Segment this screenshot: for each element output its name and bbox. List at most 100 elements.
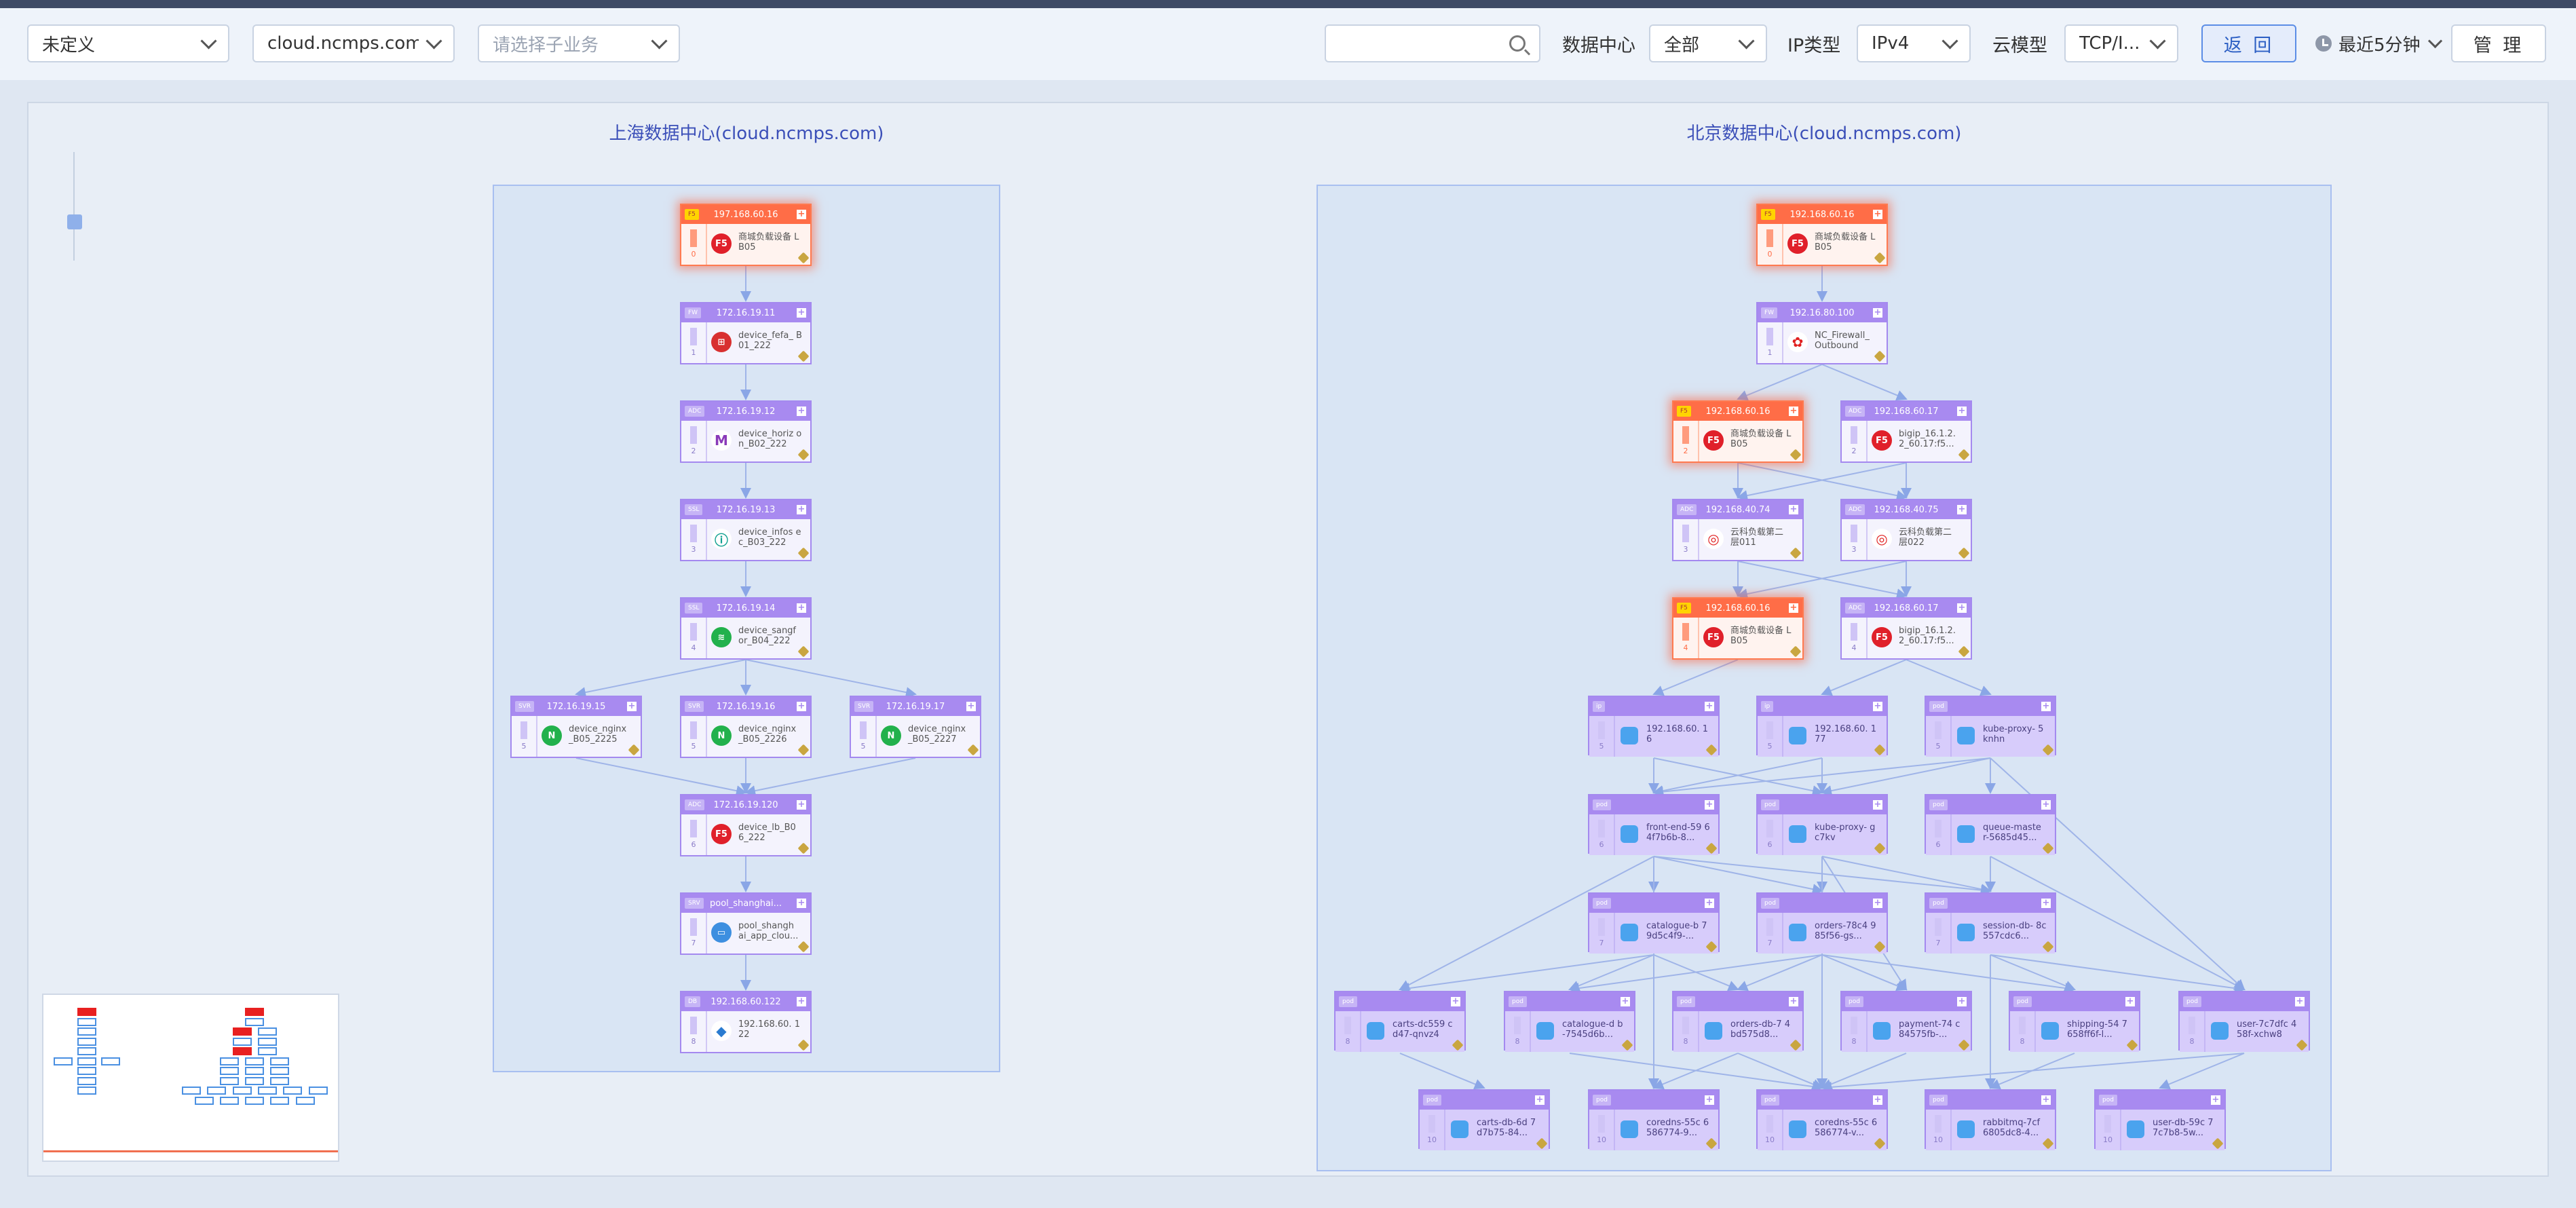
topology-node[interactable]: pod +7 session-db- 8c557cdc6...	[1925, 892, 2056, 954]
edit-icon[interactable]	[1452, 1039, 1464, 1051]
topology-node[interactable]: pod +6 kube-proxy- gc7kv	[1756, 794, 1888, 855]
edit-icon[interactable]	[628, 744, 640, 756]
edit-icon[interactable]	[1874, 1137, 1886, 1150]
expand-icon[interactable]: +	[797, 997, 806, 1006]
expand-icon[interactable]: +	[1705, 800, 1714, 810]
node-header[interactable]: pod +	[1589, 1091, 1718, 1110]
topology-node[interactable]: ADC 172.16.19.120 +6 F5 device_lb_B0 6_222	[680, 794, 812, 856]
edit-icon[interactable]	[1789, 645, 1802, 658]
expand-icon[interactable]: +	[1873, 210, 1882, 219]
topology-node[interactable]: ip +5 192.168.60. 177	[1756, 696, 1888, 757]
expand-icon[interactable]: +	[2041, 1095, 2051, 1105]
node-header[interactable]: pod +	[1926, 1091, 2055, 1110]
edit-icon[interactable]	[2042, 1137, 2054, 1150]
topology-node[interactable]: pod +10 user-db-59c 77c7b8-5w...	[2094, 1089, 2226, 1150]
topology-node[interactable]: ip +5 192.168.60. 16	[1588, 696, 1720, 757]
node-header[interactable]: pod +	[2180, 992, 2309, 1011]
expand-icon[interactable]: +	[1705, 899, 1714, 908]
node-header[interactable]: DB 192.168.60.122 +	[681, 992, 810, 1011]
topology-node[interactable]: ADC 192.168.40.74 +3 ◎ 云科负载第二 层011	[1672, 499, 1804, 561]
expand-icon[interactable]: +	[797, 800, 806, 810]
node-header[interactable]: pod +	[1926, 894, 2055, 913]
expand-icon[interactable]: +	[2295, 997, 2305, 1006]
edit-icon[interactable]	[1958, 449, 1970, 461]
expand-icon[interactable]: +	[797, 603, 806, 613]
topology-node[interactable]: F5 192.168.60.16 +2 F5 商城负载设备 LB05	[1672, 400, 1804, 463]
edit-icon[interactable]	[1958, 645, 1970, 658]
expand-icon[interactable]: +	[797, 505, 806, 514]
expand-icon[interactable]: +	[1705, 1095, 1714, 1105]
topology-node[interactable]: pod +8 carts-dc559 cd47-qnvz4	[1334, 991, 1466, 1052]
node-header[interactable]: ADC 192.168.60.17 +	[1842, 599, 1971, 618]
topology-node[interactable]: pod +8 shipping-54 7658ff6f-l...	[2009, 991, 2140, 1052]
topology-node[interactable]: FW 192.16.80.100 +1 ✿ NC_Firewall_ Outbound	[1756, 302, 1888, 364]
topology-node[interactable]: pod +5 kube-proxy- 5knhn	[1925, 696, 2056, 757]
edit-icon[interactable]	[1789, 449, 1802, 461]
node-header[interactable]: SVR 172.16.19.16 +	[681, 697, 810, 716]
node-header[interactable]: pod +	[1842, 992, 1971, 1011]
expand-icon[interactable]: +	[797, 210, 806, 219]
expand-icon[interactable]: +	[797, 308, 806, 318]
node-header[interactable]: ADC 172.16.19.12 +	[681, 402, 810, 421]
expand-icon[interactable]: +	[1789, 407, 1798, 416]
edit-icon[interactable]	[2042, 941, 2054, 953]
topology-node[interactable]: pod +10 rabbitmq-7cf 6805dc8-4...	[1925, 1089, 2056, 1150]
node-header[interactable]: F5 192.168.60.16 +	[1758, 205, 1887, 224]
edit-icon[interactable]	[1705, 941, 1718, 953]
node-header[interactable]: SSL 172.16.19.14 +	[681, 599, 810, 618]
topology-node[interactable]: FW 172.16.19.11 +1 ⊞ device_fefa_ B01_222	[680, 302, 812, 364]
expand-icon[interactable]: +	[2125, 997, 2135, 1006]
node-header[interactable]: pod +	[2096, 1091, 2224, 1110]
node-header[interactable]: FW 172.16.19.11 +	[681, 303, 810, 322]
edit-icon[interactable]	[2042, 744, 2054, 756]
node-header[interactable]: SRV pool_shanghai... +	[681, 894, 810, 913]
edit-icon[interactable]	[797, 350, 810, 362]
expand-icon[interactable]: +	[1705, 702, 1714, 711]
topology-node[interactable]: pod +10 coredns-55c 6586774-v...	[1756, 1089, 1888, 1150]
node-header[interactable]: ADC 192.168.40.75 +	[1842, 500, 1971, 519]
topology-node[interactable]: F5 192.168.60.16 +0 F5 商城负载设备 LB05	[1756, 204, 1888, 266]
edit-icon[interactable]	[2212, 1137, 2224, 1150]
edit-icon[interactable]	[797, 547, 810, 559]
edit-icon[interactable]	[1958, 1039, 1970, 1051]
topology-node[interactable]: SVR 172.16.19.16 +5 Ndevice_nginx _B05_2226	[680, 696, 812, 758]
topology-node[interactable]: pod +7 orders-78c4 985f56-gs...	[1756, 892, 1888, 954]
node-header[interactable]: F5 192.168.60.16 +	[1673, 599, 1802, 618]
node-header[interactable]: pod +	[1758, 894, 1887, 913]
topology-node[interactable]: SRV pool_shanghai... +7 ▭ pool_shangh ai_app…	[680, 892, 812, 955]
node-header[interactable]: pod +	[1505, 992, 1634, 1011]
edit-icon[interactable]	[797, 252, 810, 264]
edit-icon[interactable]	[2126, 1039, 2138, 1051]
node-header[interactable]: pod +	[1336, 992, 1464, 1011]
node-header[interactable]: SVR 172.16.19.17 +	[851, 697, 980, 716]
node-header[interactable]: ADC 192.168.40.74 +	[1673, 500, 1802, 519]
topology-node[interactable]: ADC 192.168.60.17 +2 F5 bigip_16.1.2. 2_60.1…	[1840, 400, 1972, 463]
topology-node[interactable]: pod +10 coredns-55c 6586774-9...	[1588, 1089, 1720, 1150]
node-header[interactable]: ADC 172.16.19.120 +	[681, 795, 810, 814]
topology-node[interactable]: pod +6 queue-maste r-5685d45...	[1925, 794, 2056, 855]
node-header[interactable]: FW 192.16.80.100 +	[1758, 303, 1887, 322]
edit-icon[interactable]	[2042, 842, 2054, 854]
expand-icon[interactable]: +	[2041, 702, 2051, 711]
expand-icon[interactable]: +	[1621, 997, 1630, 1006]
topology-node[interactable]: ADC 192.168.40.75 +3 ◎ 云科负载第二 层022	[1840, 499, 1972, 561]
node-header[interactable]: pod +	[1758, 1091, 1887, 1110]
node-header[interactable]: SSL 172.16.19.13 +	[681, 500, 810, 519]
edit-icon[interactable]	[1789, 547, 1802, 559]
edit-icon[interactable]	[1705, 1137, 1718, 1150]
expand-icon[interactable]: +	[1451, 997, 1460, 1006]
expand-icon[interactable]: +	[1873, 702, 1882, 711]
edit-icon[interactable]	[1536, 1137, 1548, 1150]
topology-node[interactable]: DB 192.168.60.122 +8 ◆ 192.168.60. 122	[680, 991, 812, 1053]
expand-icon[interactable]: +	[1873, 899, 1882, 908]
node-header[interactable]: ip +	[1758, 697, 1887, 716]
expand-icon[interactable]: +	[1535, 1095, 1545, 1105]
topology-node[interactable]: ADC 192.168.60.17 +4 F5 bigip_16.1.2. 2_60.1…	[1840, 597, 1972, 660]
expand-icon[interactable]: +	[797, 702, 806, 711]
edit-icon[interactable]	[797, 842, 810, 854]
edit-icon[interactable]	[1874, 744, 1886, 756]
expand-icon[interactable]: +	[1873, 1095, 1882, 1105]
expand-icon[interactable]: +	[1789, 603, 1798, 613]
edit-icon[interactable]	[1705, 744, 1718, 756]
edit-icon[interactable]	[1958, 547, 1970, 559]
